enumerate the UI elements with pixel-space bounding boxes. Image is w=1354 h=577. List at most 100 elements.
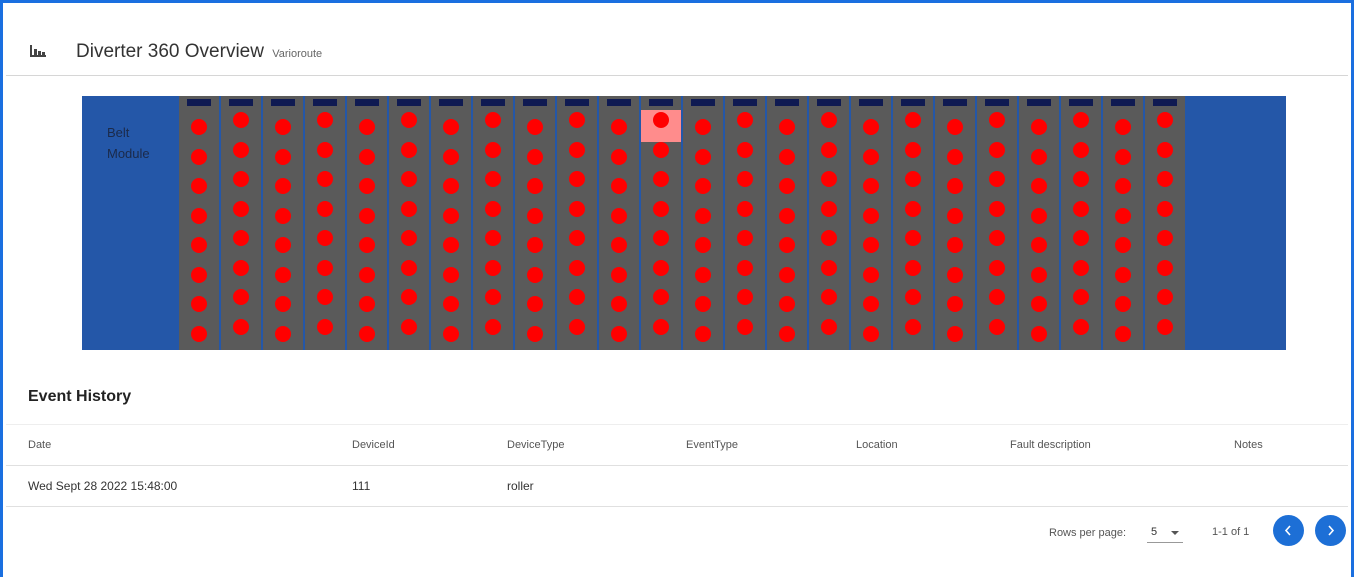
roller-dot[interactable]	[863, 325, 879, 342]
roller-dot[interactable]	[527, 148, 543, 165]
roller-dot[interactable]	[779, 148, 795, 165]
roller-dot[interactable]	[653, 200, 669, 217]
roller-dot[interactable]	[737, 289, 753, 305]
diverter-module[interactable]	[599, 96, 639, 350]
roller-dot[interactable]	[821, 259, 837, 276]
roller-dot[interactable]	[401, 289, 417, 305]
roller-dot[interactable]	[191, 325, 207, 342]
roller-dot[interactable]	[233, 318, 249, 335]
roller-dot[interactable]	[1157, 112, 1173, 128]
roller-dot[interactable]	[653, 141, 669, 158]
roller-dot[interactable]	[737, 171, 753, 187]
roller-dot[interactable]	[905, 230, 921, 246]
roller-dot[interactable]	[485, 289, 501, 305]
roller-dot[interactable]	[1115, 207, 1131, 224]
roller-dot[interactable]	[821, 112, 837, 128]
roller-dot[interactable]	[611, 266, 627, 283]
roller-dot[interactable]	[695, 148, 711, 165]
diverter-module[interactable]	[1103, 96, 1143, 350]
roller-dot[interactable]	[1031, 266, 1047, 283]
roller-dot[interactable]	[275, 237, 291, 253]
roller-dot[interactable]	[527, 266, 543, 283]
roller-dot[interactable]	[989, 259, 1005, 276]
diverter-module[interactable]	[389, 96, 429, 350]
roller-dot[interactable]	[359, 237, 375, 253]
roller-dot[interactable]	[191, 237, 207, 253]
roller-dot[interactable]	[611, 237, 627, 253]
roller-dot[interactable]	[1157, 230, 1173, 246]
roller-dot[interactable]	[275, 178, 291, 194]
previous-page-button[interactable]	[1273, 515, 1304, 546]
roller-dot[interactable]	[191, 178, 207, 194]
diverter-module[interactable]	[1061, 96, 1101, 350]
roller-dot[interactable]	[485, 200, 501, 217]
diverter-module[interactable]	[1145, 96, 1185, 350]
diverter-module[interactable]	[893, 96, 933, 350]
roller-dot[interactable]	[275, 266, 291, 283]
roller-dot[interactable]	[1073, 171, 1089, 187]
roller-dot[interactable]	[1115, 119, 1131, 135]
roller-dot[interactable]	[317, 289, 333, 305]
roller-dot[interactable]	[485, 259, 501, 276]
roller-dot[interactable]	[401, 171, 417, 187]
roller-dot[interactable]	[527, 237, 543, 253]
roller-dot[interactable]	[569, 289, 585, 305]
roller-dot[interactable]	[233, 200, 249, 217]
roller-dot[interactable]	[947, 237, 963, 253]
roller-dot[interactable]	[779, 266, 795, 283]
roller-dot[interactable]	[737, 259, 753, 276]
diverter-module[interactable]	[221, 96, 261, 350]
roller-dot[interactable]	[821, 141, 837, 158]
roller-dot[interactable]	[779, 178, 795, 194]
diverter-module[interactable]	[347, 96, 387, 350]
roller-dot[interactable]	[359, 296, 375, 312]
roller-dot[interactable]	[317, 112, 333, 128]
roller-dot[interactable]	[359, 325, 375, 342]
roller-dot[interactable]	[821, 318, 837, 335]
column-header-fault-description[interactable]: Fault description	[1010, 439, 1091, 451]
roller-dot[interactable]	[527, 296, 543, 312]
roller-dot[interactable]	[569, 318, 585, 335]
roller-dot[interactable]	[905, 289, 921, 305]
roller-dot[interactable]	[989, 112, 1005, 128]
roller-dot[interactable]	[569, 230, 585, 246]
roller-dot[interactable]	[485, 141, 501, 158]
roller-dot[interactable]	[485, 230, 501, 246]
roller-dot[interactable]	[779, 325, 795, 342]
roller-dot[interactable]	[821, 289, 837, 305]
roller-dot[interactable]	[1031, 237, 1047, 253]
roller-dot[interactable]	[1073, 200, 1089, 217]
roller-dot[interactable]	[695, 178, 711, 194]
diverter-module[interactable]	[935, 96, 975, 350]
roller-dot[interactable]	[233, 230, 249, 246]
roller-dot[interactable]	[653, 230, 669, 246]
roller-dot[interactable]	[443, 296, 459, 312]
roller-dot[interactable]	[905, 141, 921, 158]
table-row[interactable]: Wed Sept 28 2022 15:48:00 111 roller	[6, 465, 1348, 507]
roller-dot[interactable]	[443, 207, 459, 224]
roller-dot[interactable]	[191, 266, 207, 283]
roller-dot[interactable]	[359, 178, 375, 194]
diverter-module[interactable]	[179, 96, 219, 350]
roller-dot[interactable]	[401, 141, 417, 158]
diverter-module[interactable]	[851, 96, 891, 350]
roller-dot[interactable]	[275, 296, 291, 312]
roller-dot[interactable]	[191, 207, 207, 224]
roller-dot[interactable]	[275, 148, 291, 165]
roller-dot[interactable]	[695, 266, 711, 283]
roller-dot[interactable]	[1157, 289, 1173, 305]
diverter-module[interactable]	[725, 96, 765, 350]
roller-dot[interactable]	[1115, 178, 1131, 194]
roller-dot[interactable]	[1073, 230, 1089, 246]
roller-dot[interactable]	[737, 112, 753, 128]
roller-dot[interactable]	[863, 266, 879, 283]
roller-dot[interactable]	[989, 289, 1005, 305]
roller-dot[interactable]	[779, 296, 795, 312]
roller-dot[interactable]	[737, 141, 753, 158]
roller-dot[interactable]	[191, 296, 207, 312]
roller-dot[interactable]	[779, 207, 795, 224]
roller-dot[interactable]	[317, 200, 333, 217]
roller-dot[interactable]	[695, 296, 711, 312]
roller-dot[interactable]	[359, 266, 375, 283]
column-header-notes[interactable]: Notes	[1234, 439, 1263, 451]
